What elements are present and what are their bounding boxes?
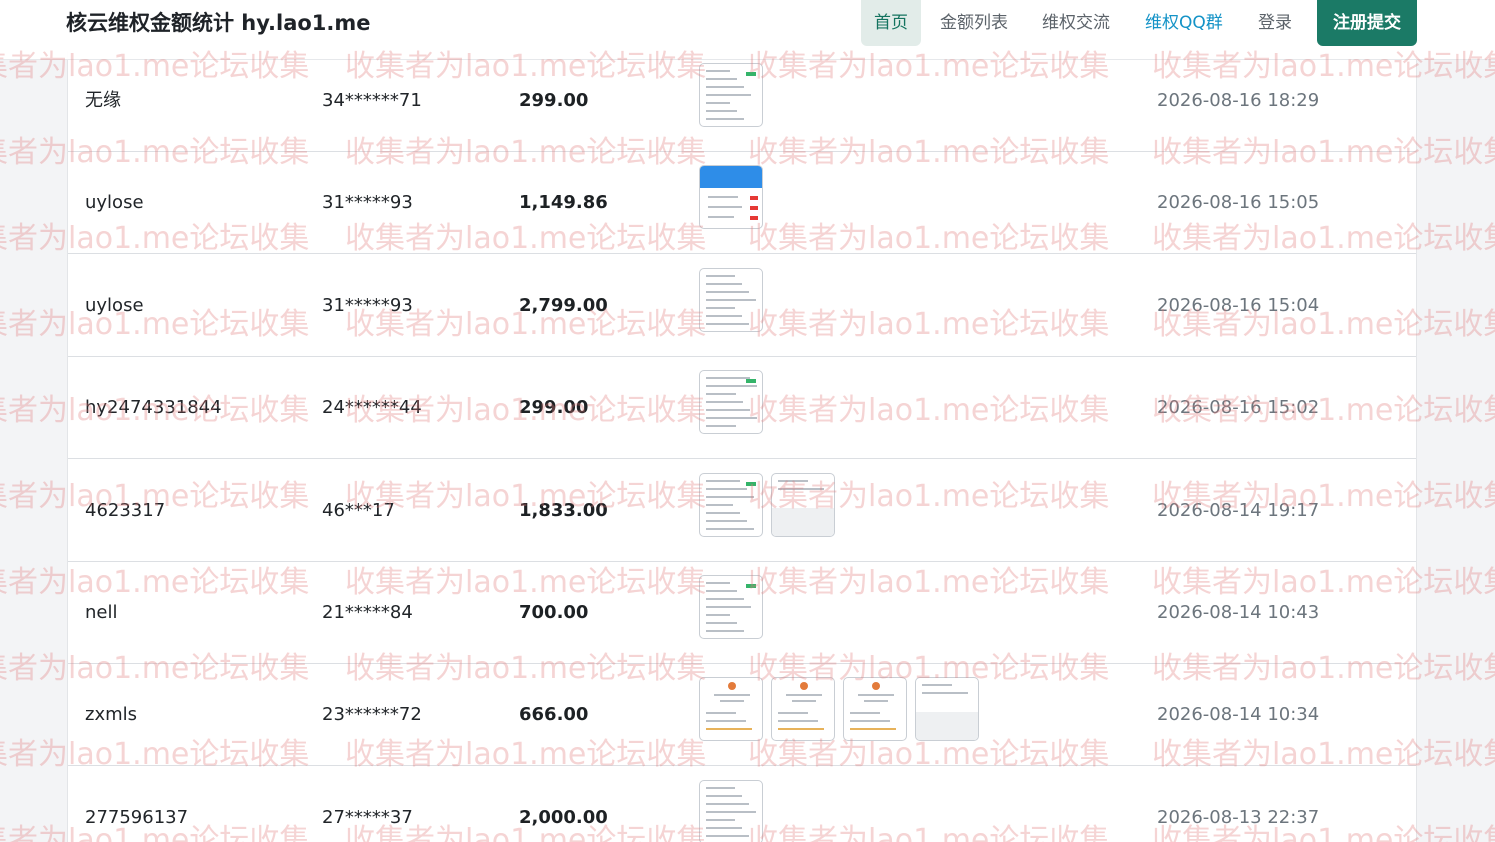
row-amount: 1,149.86	[519, 192, 608, 214]
row-amount: 2,799.00	[519, 294, 608, 316]
row-username: nell	[85, 602, 118, 623]
register-submit-button[interactable]: 注册提交	[1317, 0, 1417, 46]
row-username: zxmls	[85, 704, 138, 726]
row-date: 2026-08-13 22:37	[1157, 806, 1320, 828]
row-amount: 666.00	[519, 704, 589, 726]
row-username: 无缘	[85, 90, 121, 111]
evidence-thumbnail[interactable]	[843, 677, 907, 742]
evidence-thumbnail[interactable]	[699, 267, 763, 332]
row-date: 2026-08-16 15:05	[1157, 192, 1320, 214]
row-date: 2026-08-16 18:29	[1157, 90, 1320, 111]
evidence-thumbnail[interactable]	[771, 472, 835, 537]
evidence-thumbnail[interactable]	[771, 677, 835, 742]
row-date: 2026-08-14 19:17	[1157, 499, 1320, 521]
row-qq-masked: 21*****84	[322, 602, 413, 623]
table-row: 4623317 46***17 1,833.00 2026-08-14 19:17	[68, 460, 1416, 562]
row-qq-masked: 34******71	[322, 90, 422, 111]
row-amount: 2,000.00	[519, 806, 608, 828]
nav-home[interactable]: 首页	[861, 0, 921, 46]
row-amount: 299.00	[519, 90, 589, 111]
evidence-thumbnail[interactable]	[699, 472, 763, 537]
table-row: uylose 31*****93 2,799.00 2026-08-16 15:04	[68, 255, 1416, 357]
evidence-thumbnail[interactable]	[699, 677, 763, 742]
table-row: hy2474331844 24******44 299.00 2026-08-16 1…	[68, 357, 1416, 460]
row-qq-masked: 24******44	[322, 397, 422, 419]
evidence-thumbnail[interactable]	[699, 779, 763, 842]
nav-amount-list[interactable]: 金额列表	[927, 0, 1021, 46]
row-date: 2026-08-16 15:02	[1157, 397, 1320, 419]
row-amount: 700.00	[519, 602, 589, 623]
nav-discussion[interactable]: 维权交流	[1029, 0, 1123, 46]
evidence-thumbnail[interactable]	[699, 165, 763, 230]
row-date: 2026-08-16 15:04	[1157, 294, 1320, 316]
claims-table: 无缘 34******71 299.00 2026-08-16 18:29 uylose…	[67, 51, 1417, 842]
evidence-thumbnail[interactable]	[699, 575, 763, 639]
row-date: 2026-08-14 10:43	[1157, 602, 1320, 623]
table-row: nell 21*****84 700.00 2026-08-14 10:43	[68, 562, 1416, 664]
row-username: hy2474331844	[85, 397, 222, 419]
table-row: zxmls 23******72 666.00 2026-08-14 10:34	[68, 664, 1416, 767]
nav-login[interactable]: 登录	[1245, 0, 1305, 46]
row-qq-masked: 46***17	[322, 499, 395, 521]
top-navbar: 核云维权金额统计 hy.lao1.me 首页 金额列表 维权交流 维权QQ群 登…	[0, 0, 1495, 60]
evidence-thumbnail[interactable]	[699, 370, 763, 435]
row-qq-masked: 31*****93	[322, 192, 413, 214]
evidence-thumbnail[interactable]	[915, 677, 979, 742]
row-date: 2026-08-14 10:34	[1157, 704, 1320, 726]
row-username: 277596137	[85, 806, 189, 828]
site-brand[interactable]: 核云维权金额统计 hy.lao1.me	[66, 10, 371, 36]
row-qq-masked: 27*****37	[322, 806, 413, 828]
row-username: uylose	[85, 192, 144, 214]
row-qq-masked: 31*****93	[322, 294, 413, 316]
row-amount: 1,833.00	[519, 499, 608, 521]
row-amount: 299.00	[519, 397, 589, 419]
table-row: 277596137 27*****37 2,000.00 2026-08-13 22:…	[68, 767, 1416, 842]
table-row: uylose 31*****93 1,149.86 2026-08-16 15:05	[68, 152, 1416, 255]
nav-qq-group[interactable]: 维权QQ群	[1132, 0, 1236, 46]
row-username: uylose	[85, 294, 144, 316]
row-qq-masked: 23******72	[322, 704, 422, 726]
row-username: 4623317	[85, 499, 166, 521]
evidence-thumbnail[interactable]	[699, 63, 763, 127]
table-row: 无缘 34******71 299.00 2026-08-16 18:29	[68, 50, 1416, 152]
